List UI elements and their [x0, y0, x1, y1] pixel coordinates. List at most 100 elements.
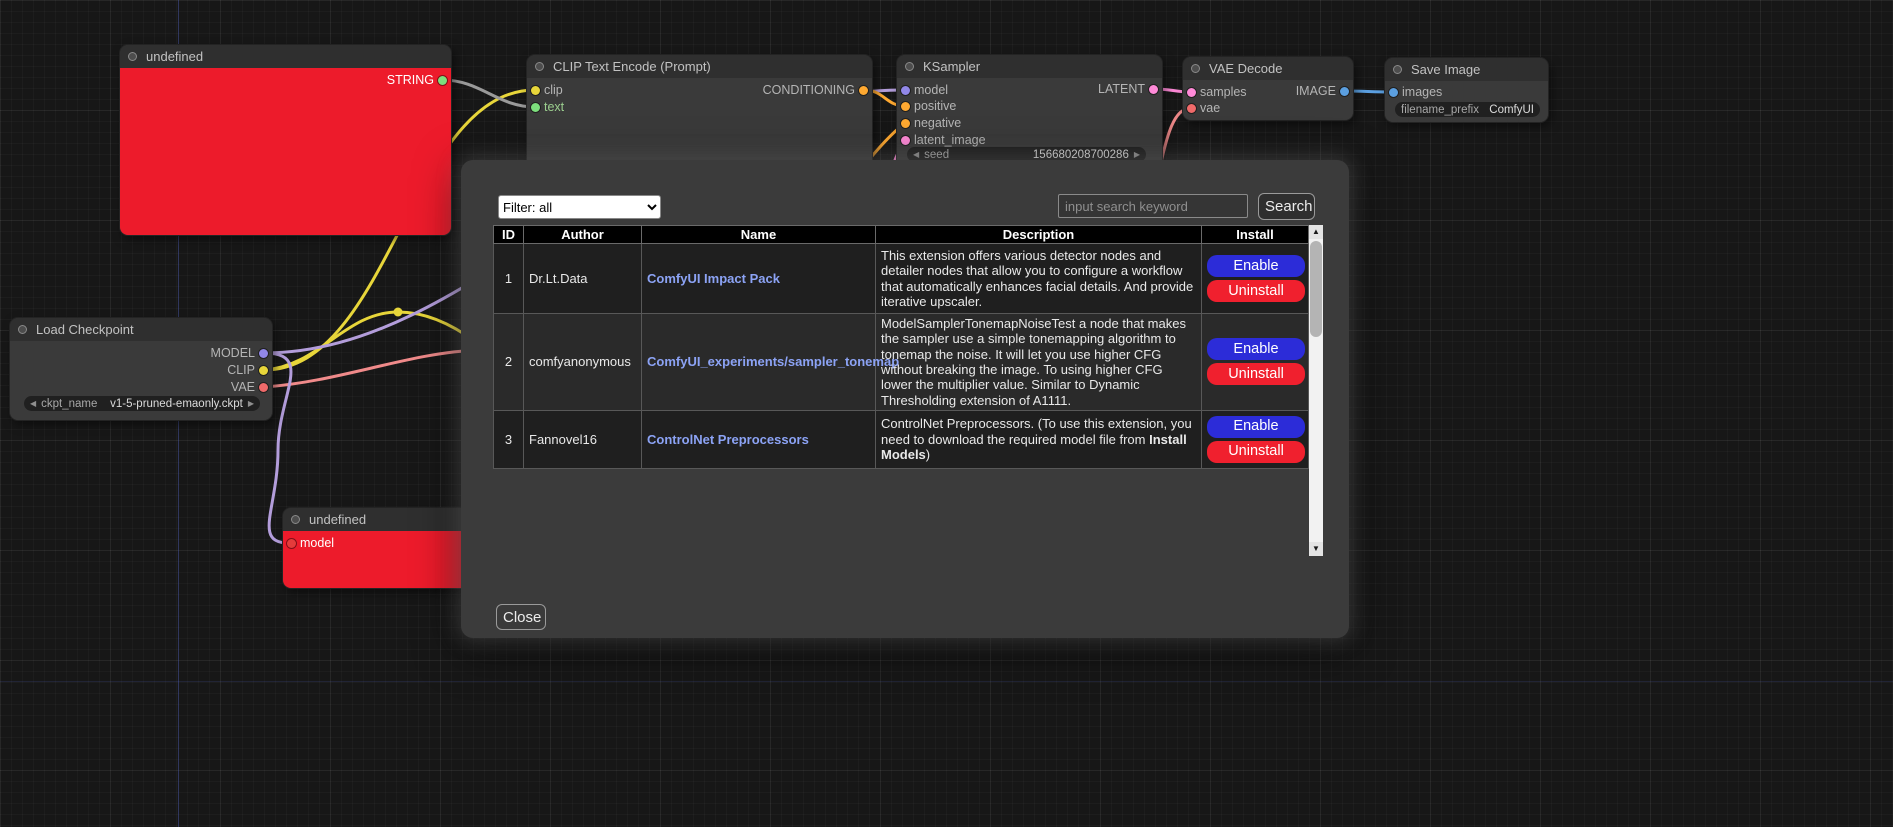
description-text: ModelSamplerTonemapNoiseTest a node that…: [881, 316, 1186, 408]
input-slot-negative: negative: [897, 115, 961, 131]
input-slot-positive: positive: [897, 98, 956, 114]
table-header-row: ID Author Name Description Install: [494, 226, 1309, 244]
uninstall-button[interactable]: Uninstall: [1207, 363, 1305, 385]
model-input-socket[interactable]: [901, 86, 910, 95]
collapse-dot-icon[interactable]: [18, 325, 27, 334]
node-header: Save Image: [1385, 58, 1548, 81]
collapse-dot-icon[interactable]: [128, 52, 137, 61]
extension-link[interactable]: ControlNet Preprocessors: [647, 432, 809, 447]
model-output-socket[interactable]: [259, 349, 268, 358]
node-vae-decode[interactable]: VAE Decode samples vae IMAGE: [1183, 57, 1353, 120]
widget-label: filename_prefix: [1401, 104, 1479, 116]
image-output-socket[interactable]: [1340, 87, 1349, 96]
negative-input-socket[interactable]: [901, 119, 910, 128]
extension-description: This extension offers various detector n…: [876, 244, 1202, 314]
collapse-dot-icon[interactable]: [905, 62, 914, 71]
extension-id: 2: [494, 314, 524, 411]
column-header-install: Install: [1202, 226, 1309, 244]
collapse-dot-icon[interactable]: [535, 62, 544, 71]
slot-label: latent_image: [914, 133, 986, 147]
slot-label: VAE: [231, 380, 255, 394]
filter-select[interactable]: Filter: all: [498, 195, 661, 219]
enable-button[interactable]: Enable: [1207, 255, 1305, 277]
node-title: KSampler: [923, 55, 980, 78]
node-header: Load Checkpoint: [10, 318, 272, 341]
table-scrollbar[interactable]: ▲ ▼: [1309, 225, 1323, 556]
vae-output-socket[interactable]: [259, 383, 268, 392]
input-slot-text: text: [527, 99, 564, 115]
widget-label: seed: [924, 149, 949, 161]
slot-label: positive: [914, 99, 956, 113]
node-title: undefined: [146, 45, 203, 68]
slot-label: MODEL: [211, 346, 255, 360]
node-load-checkpoint[interactable]: Load Checkpoint MODEL CLIP VAE ◀ ckpt_na…: [10, 318, 272, 420]
extension-link[interactable]: ComfyUI_experiments/sampler_tonemap: [647, 354, 899, 369]
input-slot-images: images: [1385, 84, 1442, 100]
filename-prefix-widget[interactable]: filename_prefix ComfyUI: [1395, 102, 1540, 117]
next-value-arrow-icon[interactable]: ▶: [248, 396, 254, 411]
string-output-socket[interactable]: [438, 76, 447, 85]
samples-input-socket[interactable]: [1187, 88, 1196, 97]
latent-image-input-socket[interactable]: [901, 136, 910, 145]
slot-label: CONDITIONING: [763, 83, 855, 97]
output-slot-model: MODEL: [211, 345, 272, 361]
enable-button[interactable]: Enable: [1207, 338, 1305, 360]
node-save-image[interactable]: Save Image images filename_prefix ComfyU…: [1385, 58, 1548, 122]
extension-table: ID Author Name Description Install 1 Dr.…: [493, 225, 1309, 469]
input-slot-model: model: [283, 535, 334, 551]
clip-output-socket[interactable]: [259, 366, 268, 375]
column-header-name: Name: [642, 226, 876, 244]
extension-author: Fannovel16: [524, 410, 642, 468]
column-header-author: Author: [524, 226, 642, 244]
clip-input-socket[interactable]: [531, 86, 540, 95]
close-button[interactable]: Close: [496, 604, 546, 630]
slot-label: negative: [914, 116, 961, 130]
install-cell: Enable Uninstall: [1202, 410, 1309, 468]
images-input-socket[interactable]: [1389, 88, 1398, 97]
collapse-dot-icon[interactable]: [1191, 64, 1200, 73]
scroll-down-arrow-icon[interactable]: ▼: [1309, 542, 1323, 556]
model-input-socket[interactable]: [287, 539, 296, 548]
input-slot-model: model: [897, 82, 948, 98]
description-text: This extension offers various detector n…: [881, 248, 1193, 309]
ckpt-name-widget[interactable]: ◀ ckpt_name v1-5-pruned-emaonly.ckpt ▶: [24, 396, 260, 411]
slot-label: vae: [1200, 101, 1220, 115]
search-button[interactable]: Search: [1258, 193, 1315, 220]
collapse-dot-icon[interactable]: [291, 515, 300, 524]
enable-button[interactable]: Enable: [1207, 416, 1305, 438]
node-undefined-top[interactable]: undefined STRING: [120, 45, 451, 235]
collapse-dot-icon[interactable]: [1393, 65, 1402, 74]
uninstall-button[interactable]: Uninstall: [1207, 441, 1305, 463]
slot-label: IMAGE: [1296, 84, 1336, 98]
slot-label: model: [300, 536, 334, 550]
extension-description: ModelSamplerTonemapNoiseTest a node that…: [876, 314, 1202, 411]
scroll-up-arrow-icon[interactable]: ▲: [1309, 225, 1323, 239]
extension-id: 3: [494, 410, 524, 468]
slot-label: CLIP: [227, 363, 255, 377]
node-title: undefined: [309, 508, 366, 531]
description-text: ControlNet Preprocessors. (To use this e…: [881, 416, 1192, 446]
scrollbar-thumb[interactable]: [1310, 241, 1322, 337]
positive-input-socket[interactable]: [901, 102, 910, 111]
text-input-socket[interactable]: [531, 103, 540, 112]
extension-link[interactable]: ComfyUI Impact Pack: [647, 271, 780, 286]
output-slot-string: STRING: [387, 72, 451, 88]
node-header: undefined: [120, 45, 451, 68]
description-tail-text: ): [926, 447, 930, 462]
conditioning-output-socket[interactable]: [859, 86, 868, 95]
vae-input-socket[interactable]: [1187, 104, 1196, 113]
uninstall-button[interactable]: Uninstall: [1207, 280, 1305, 302]
link-midpoint-dot[interactable]: [394, 308, 403, 317]
latent-output-socket[interactable]: [1149, 85, 1158, 94]
prev-value-arrow-icon[interactable]: ◀: [30, 396, 36, 411]
slot-label: images: [1402, 85, 1442, 99]
output-slot-conditioning: CONDITIONING: [763, 82, 872, 98]
extension-author: Dr.Lt.Data: [524, 244, 642, 314]
input-slot-clip: clip: [527, 82, 563, 98]
column-header-description: Description: [876, 226, 1202, 244]
node-body: [120, 68, 451, 235]
search-input[interactable]: [1058, 194, 1248, 218]
node-header: KSampler: [897, 55, 1162, 78]
widget-value: 156680208700286: [1033, 149, 1129, 161]
extension-table-scroll[interactable]: ID Author Name Description Install 1 Dr.…: [493, 225, 1309, 556]
